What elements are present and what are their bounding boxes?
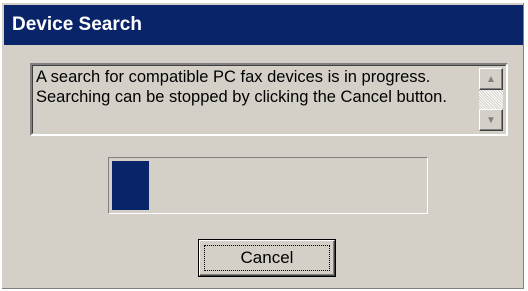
message-text: A search for compatible PC fax devices i… — [36, 68, 447, 106]
scroll-up-arrow-icon: ▲ — [486, 73, 496, 85]
cancel-button-label: Cancel — [204, 245, 330, 271]
scroll-down-button[interactable]: ▼ — [479, 109, 503, 131]
message-scrollbar[interactable]: ▲ ▼ — [479, 68, 503, 131]
search-progress-bar — [108, 157, 428, 214]
scroll-down-arrow-icon: ▼ — [486, 114, 496, 126]
cancel-button[interactable]: Cancel — [198, 239, 336, 277]
progress-bar-fill — [112, 161, 149, 210]
device-search-dialog: Device Search A search for compatible PC… — [2, 3, 524, 289]
message-box: A search for compatible PC fax devices i… — [30, 63, 508, 136]
dialog-title: Device Search — [4, 5, 523, 45]
scroll-up-button[interactable]: ▲ — [479, 68, 503, 90]
